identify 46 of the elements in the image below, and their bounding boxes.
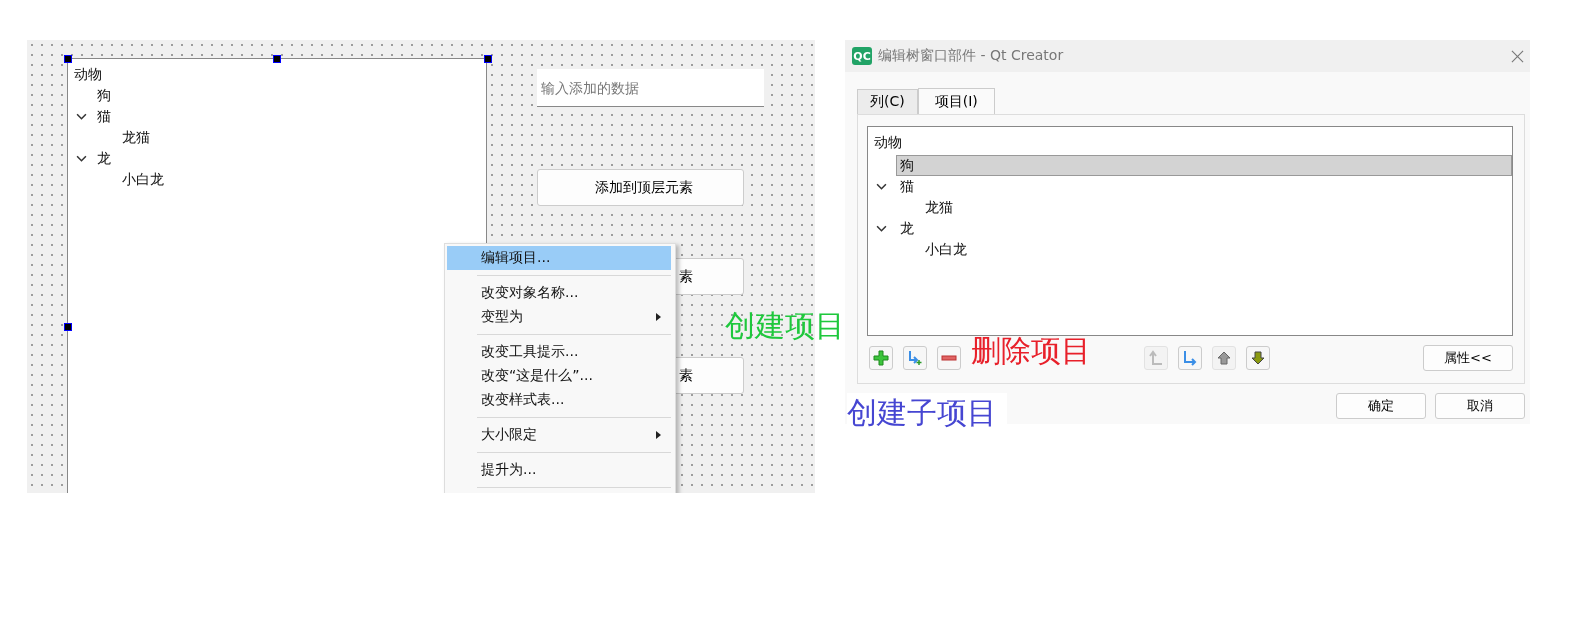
chevron-down-icon[interactable] (76, 111, 87, 122)
resize-handle[interactable] (64, 323, 72, 331)
resize-handle[interactable] (484, 55, 492, 63)
submenu-arrow-icon (656, 431, 661, 439)
window-title: 编辑树窗口部件 - Qt Creator (878, 47, 1065, 65)
tree-view[interactable]: 动物 狗 猫 龙猫 龙 小白龙 (867, 126, 1513, 336)
resize-handle[interactable] (64, 55, 72, 63)
tree-item[interactable]: 龙 (96, 148, 111, 169)
remove-button[interactable] (937, 346, 961, 370)
add-child-button[interactable] (903, 346, 927, 370)
chevron-down-icon[interactable] (76, 153, 87, 164)
tree-item[interactable]: 狗 (96, 85, 111, 106)
tree-item[interactable]: 龙 (896, 218, 1512, 239)
tree-header: 动物 (874, 133, 903, 152)
properties-button[interactable]: 属性<< (1423, 345, 1513, 371)
annotation-label: 创建项目 (725, 307, 845, 345)
dialog-button[interactable]: 确定 (1336, 393, 1426, 419)
tree-item[interactable]: 小白龙 (121, 169, 164, 190)
input-field[interactable]: 输入添加的数据 (537, 69, 764, 107)
tree-item[interactable]: 猫 (96, 106, 111, 127)
demote-button[interactable] (1178, 346, 1202, 370)
bent-arrow-right-icon (1182, 350, 1198, 366)
bent-arrow-up-icon (1148, 350, 1164, 366)
bent-arrow-plus-icon (907, 350, 923, 366)
tab[interactable]: 列(C) (857, 89, 918, 114)
menu-item[interactable]: 编辑项目... (447, 246, 671, 270)
tree-header: 动物 (74, 65, 103, 84)
push-button[interactable]: 添加到顶层元素 (537, 169, 744, 206)
arrow-up-icon (1216, 350, 1232, 366)
resize-handle[interactable] (273, 55, 281, 63)
tree-item[interactable]: 龙猫 (121, 127, 150, 148)
close-icon[interactable] (1511, 49, 1524, 63)
arrow-down-icon (1250, 350, 1266, 366)
down-button[interactable] (1246, 346, 1270, 370)
dialog-button[interactable]: 取消 (1435, 393, 1525, 419)
chevron-down-icon[interactable] (876, 181, 887, 192)
plus-icon (873, 350, 889, 366)
tree-item[interactable]: 龙猫 (921, 197, 1512, 218)
tab[interactable]: 项目(I) (917, 88, 995, 114)
tree-item[interactable]: 猫 (896, 176, 1512, 197)
add-button[interactable] (869, 346, 893, 370)
tree-item[interactable]: 小白龙 (921, 239, 1512, 260)
submenu-arrow-icon (656, 313, 661, 321)
tree-item[interactable]: 狗 (896, 155, 1512, 176)
chevron-down-icon[interactable] (876, 223, 887, 234)
app-logo: QC (852, 47, 872, 65)
